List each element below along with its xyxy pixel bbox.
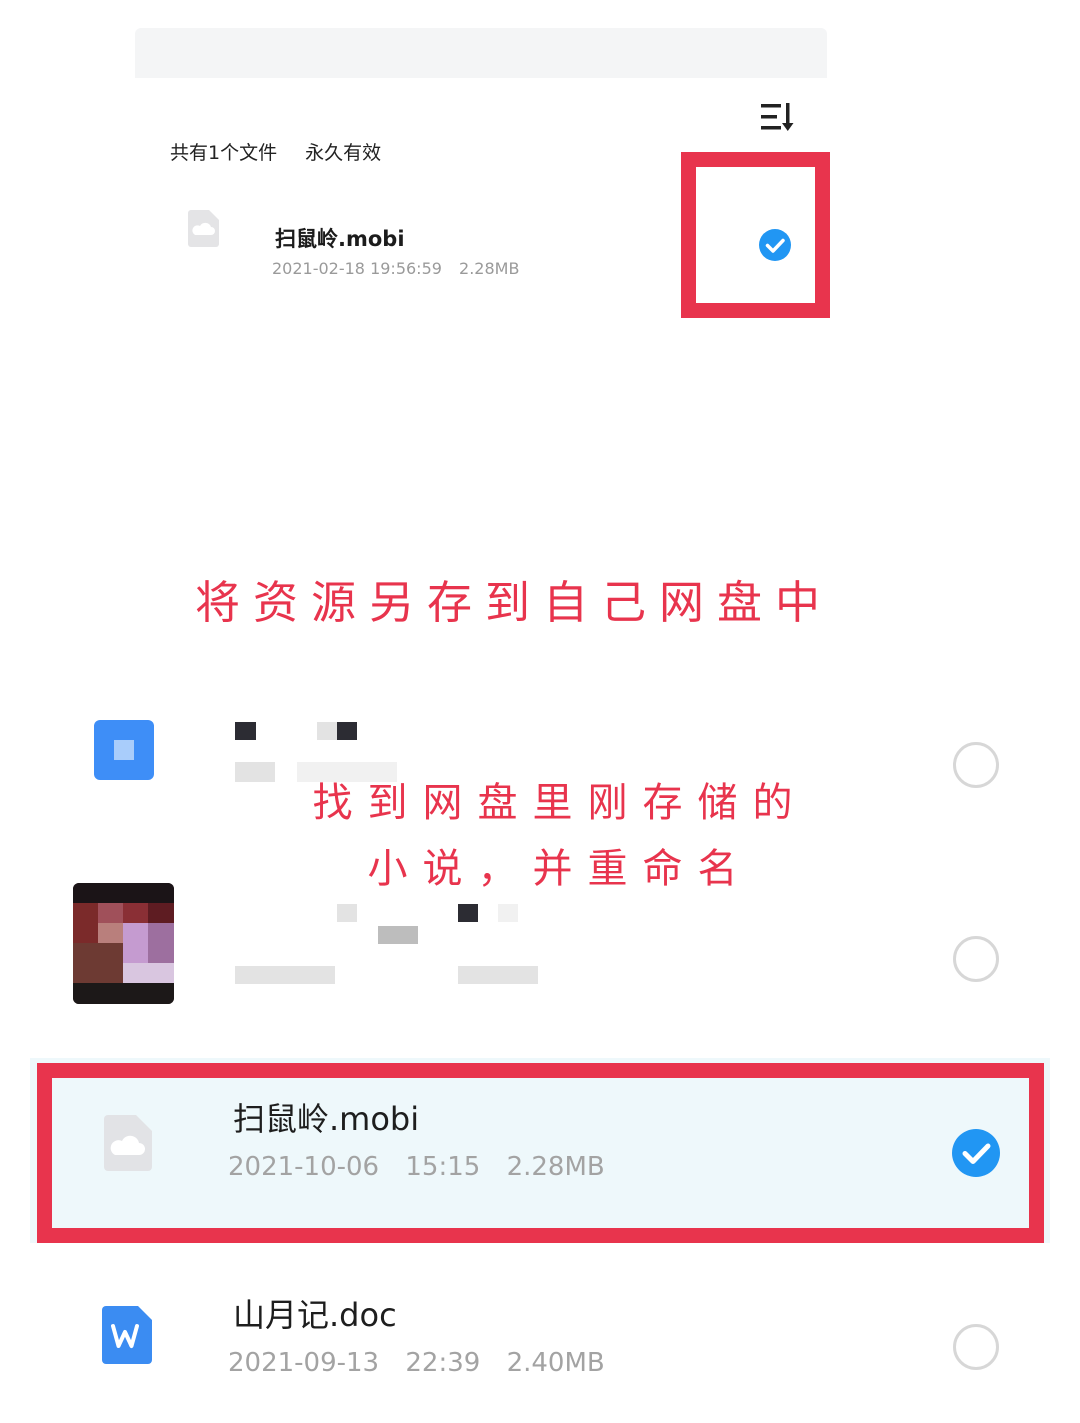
annotation-find-and-rename: 找到网盘里刚存储的小说，并重命名 <box>312 780 808 892</box>
redacted-block <box>235 966 335 984</box>
redacted-block <box>458 966 538 984</box>
share-info: 共有1个文件 永久有效 <box>170 138 381 165</box>
redacted-block <box>498 904 518 922</box>
redacted-block <box>235 762 275 782</box>
redacted-block <box>337 722 357 740</box>
validity-text: 永久有效 <box>305 142 382 164</box>
file-size: 2.40MB <box>506 1348 605 1378</box>
file-name[interactable]: 山月记.doc <box>233 1290 397 1336</box>
word-doc-icon <box>102 1306 152 1364</box>
folder-icon <box>94 720 154 780</box>
highlight-frame-checkbox <box>681 152 830 318</box>
file-count-text: 共有1个文件 <box>170 142 278 164</box>
video-thumbnail <box>73 883 174 1004</box>
file-date: 2021-09-13 <box>228 1348 380 1378</box>
file-time: 22:39 <box>405 1348 481 1378</box>
sort-icon[interactable] <box>759 100 795 134</box>
cloud-file-icon <box>188 210 219 247</box>
share-panel-header-strip <box>135 28 827 78</box>
redacted-block <box>317 722 337 740</box>
share-file-meta: 2021-02-18 19:56:59 2.28MB <box>272 259 519 278</box>
share-file-date: 2021-02-18 19:56:59 <box>272 259 442 278</box>
radio-empty-icon[interactable] <box>953 1324 999 1370</box>
highlight-frame-file <box>37 1063 1044 1243</box>
redacted-block <box>337 904 357 922</box>
radio-empty-icon[interactable] <box>953 742 999 788</box>
annotation-save-to-disk: 将资源另存到自己网盘中 <box>195 576 834 629</box>
share-file-size: 2.28MB <box>459 259 520 278</box>
radio-empty-icon[interactable] <box>953 936 999 982</box>
file-meta: 2021-09-13 22:39 2.40MB <box>228 1348 605 1378</box>
list-item[interactable]: 山月记.doc 2021-09-13 22:39 2.40MB <box>30 1256 1050 1423</box>
redacted-block <box>235 722 256 740</box>
redacted-block <box>458 904 478 922</box>
share-file-name[interactable]: 扫鼠岭.mobi <box>275 223 405 253</box>
redacted-block <box>378 926 418 944</box>
